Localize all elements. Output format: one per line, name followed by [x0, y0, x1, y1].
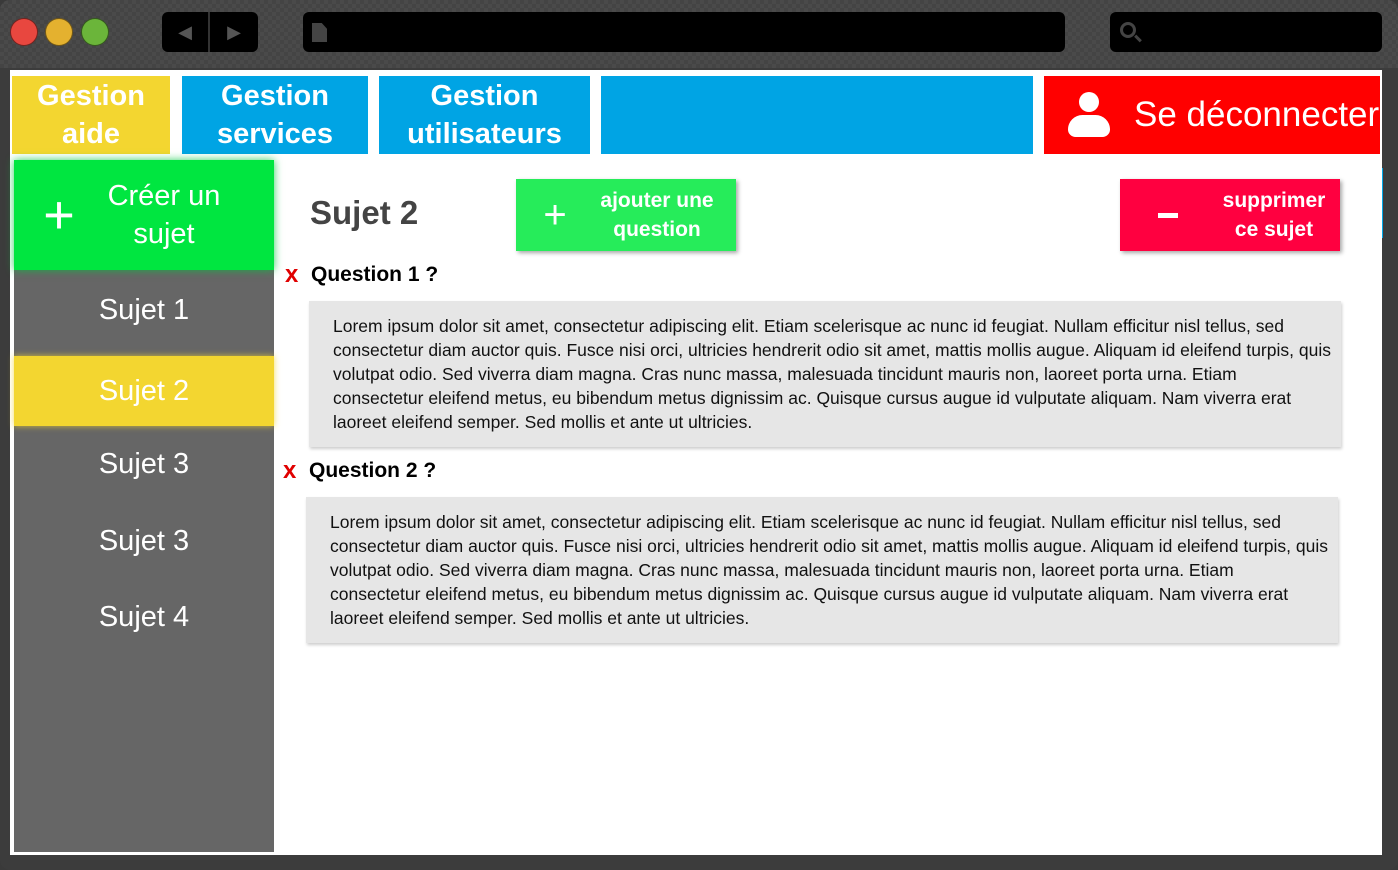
- minimize-window-button[interactable]: [45, 18, 73, 46]
- sidebar-item-label: Sujet 4: [98, 600, 190, 633]
- logout-button[interactable]: Se déconnecter: [1044, 76, 1380, 154]
- question-title: Question 2 ?: [309, 459, 437, 482]
- create-subject-button[interactable]: + Créer un sujet: [14, 160, 274, 270]
- delete-question-icon[interactable]: x: [285, 261, 311, 289]
- logout-label: Se déconnecter: [1134, 95, 1380, 134]
- question-header: x Question 1 ?: [285, 261, 438, 289]
- delete-question-icon[interactable]: x: [283, 457, 309, 485]
- search-icon: [1120, 22, 1136, 38]
- title-bar: ◀ ▶: [0, 0, 1398, 68]
- back-arrow-icon[interactable]: ◀: [162, 12, 210, 52]
- page-viewport: Gestion aide Gestion services Gestion ut…: [10, 70, 1382, 855]
- minus-icon: [1120, 212, 1216, 218]
- question-header: x Question 2 ?: [283, 457, 436, 485]
- top-navigation: Gestion aide Gestion services Gestion ut…: [10, 70, 1382, 158]
- subject-title: Sujet 2: [310, 194, 419, 231]
- plus-icon: +: [543, 192, 567, 237]
- sidebar-item-sujet-3b[interactable]: Sujet 3: [14, 506, 274, 576]
- tab-gestion-utilisateurs[interactable]: Gestion utilisateurs: [379, 76, 590, 154]
- plus-icon: +: [43, 185, 75, 245]
- tab-gestion-services[interactable]: Gestion services: [182, 76, 368, 154]
- browser-window: ◀ ▶ Gestion aide Gestion services Gestio…: [0, 0, 1398, 870]
- tab-gestion-utilisateurs-label: Gestion utilisateurs: [407, 80, 562, 150]
- add-question-button[interactable]: + ajouter une question: [516, 179, 736, 251]
- tab-gestion-aide[interactable]: Gestion aide: [12, 76, 170, 154]
- address-bar[interactable]: [303, 12, 1065, 52]
- user-icon: [1068, 92, 1110, 138]
- create-subject-label: Créer un sujet: [107, 180, 221, 250]
- sidebar-item-sujet-1[interactable]: Sujet 1: [14, 275, 274, 345]
- navigation-buttons: ◀ ▶: [162, 12, 258, 52]
- sidebar-item-sujet-4[interactable]: Sujet 4: [14, 582, 274, 652]
- zoom-window-button[interactable]: [81, 18, 109, 46]
- sidebar-item-sujet-3[interactable]: Sujet 3: [14, 429, 274, 499]
- search-input[interactable]: [1110, 12, 1382, 52]
- sidebar-item-sujet-2[interactable]: Sujet 2: [14, 356, 274, 426]
- forward-arrow-icon[interactable]: ▶: [210, 12, 258, 52]
- delete-subject-button[interactable]: supprimer ce sujet: [1120, 179, 1340, 251]
- question-answer: Lorem ipsum dolor sit amet, consectetur …: [309, 301, 1341, 447]
- page-icon: [312, 23, 327, 42]
- question-title: Question 1 ?: [311, 263, 439, 286]
- tab-gestion-services-label: Gestion services: [216, 80, 334, 150]
- tab-gestion-aide-label: Gestion aide: [37, 80, 145, 150]
- nav-filler: [601, 76, 1033, 154]
- question-answer: Lorem ipsum dolor sit amet, consectetur …: [306, 497, 1338, 643]
- close-window-button[interactable]: [10, 18, 38, 46]
- sidebar-item-label: Sujet 3: [98, 524, 190, 557]
- sidebar-item-label: Sujet 3: [98, 447, 190, 480]
- add-question-label: ajouter une question: [600, 189, 714, 241]
- sidebar-item-label: Sujet 1: [98, 293, 190, 326]
- sidebar-item-label: Sujet 2: [98, 374, 190, 407]
- delete-subject-label: supprimer ce sujet: [1222, 189, 1326, 241]
- subject-sidebar: + Créer un sujet Sujet 1 Sujet 2 Sujet 3…: [14, 160, 274, 852]
